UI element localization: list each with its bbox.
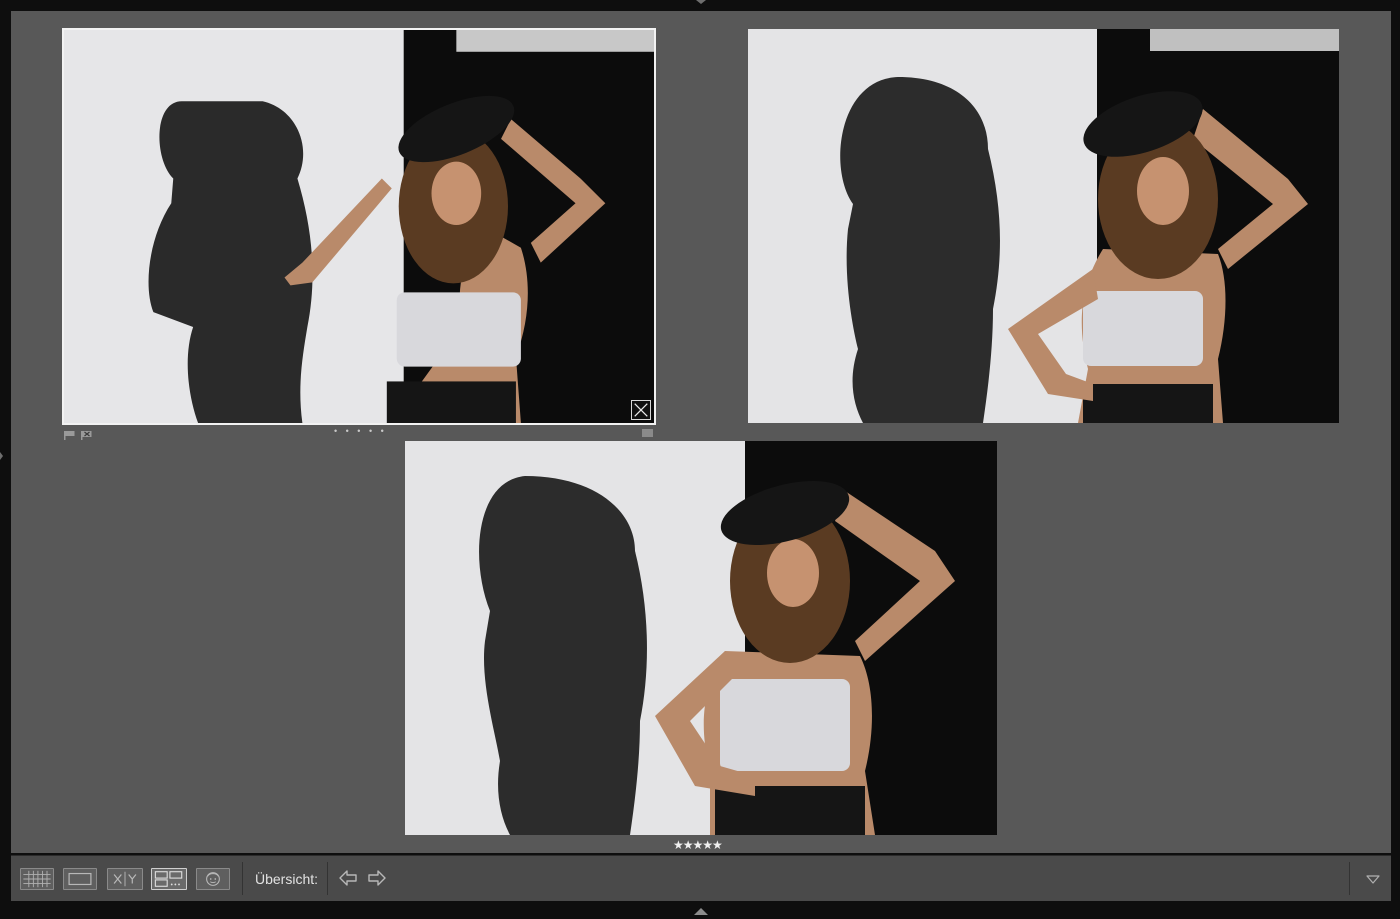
top-panel-toggle-icon[interactable] [696,0,706,4]
rating-stars[interactable]: ★★★★★ [673,839,723,851]
toolbar: Übersicht: [11,855,1391,901]
compare-xy-icon [113,871,137,887]
bottom-panel-toggle-icon[interactable] [694,908,708,915]
flag-icon[interactable] [64,427,76,440]
left-panel-toggle-icon[interactable] [0,452,3,460]
previous-arrow-icon[interactable] [338,869,358,887]
reject-flag-icon[interactable] [81,427,93,440]
people-view-button[interactable] [196,868,230,890]
face-icon [206,872,220,886]
loupe-view-button[interactable] [63,868,97,890]
photo-1[interactable] [62,28,656,425]
toolbar-separator [1349,862,1350,895]
close-icon[interactable] [631,400,651,420]
compare-view-button[interactable] [107,868,143,890]
photo-image [405,441,997,835]
toolbar-separator [242,862,243,895]
photo-2[interactable] [748,29,1339,423]
toolbar-separator [327,862,328,895]
rating-dots[interactable]: • • • • • [334,427,387,436]
grid-icon [23,870,51,888]
photo-image [64,30,654,423]
loupe-icon [68,872,92,886]
badge-icon [642,429,653,437]
grid-view-button[interactable] [20,868,54,890]
survey-icon [154,871,183,887]
photo-3[interactable] [405,441,997,835]
photo-image [748,29,1339,423]
survey-view: • • • • • ★★★★★ [11,11,1391,853]
chevron-down-icon[interactable] [1366,872,1380,884]
survey-view-button[interactable] [151,868,187,890]
next-arrow-icon[interactable] [367,869,387,887]
overview-label: Übersicht: [255,871,319,887]
